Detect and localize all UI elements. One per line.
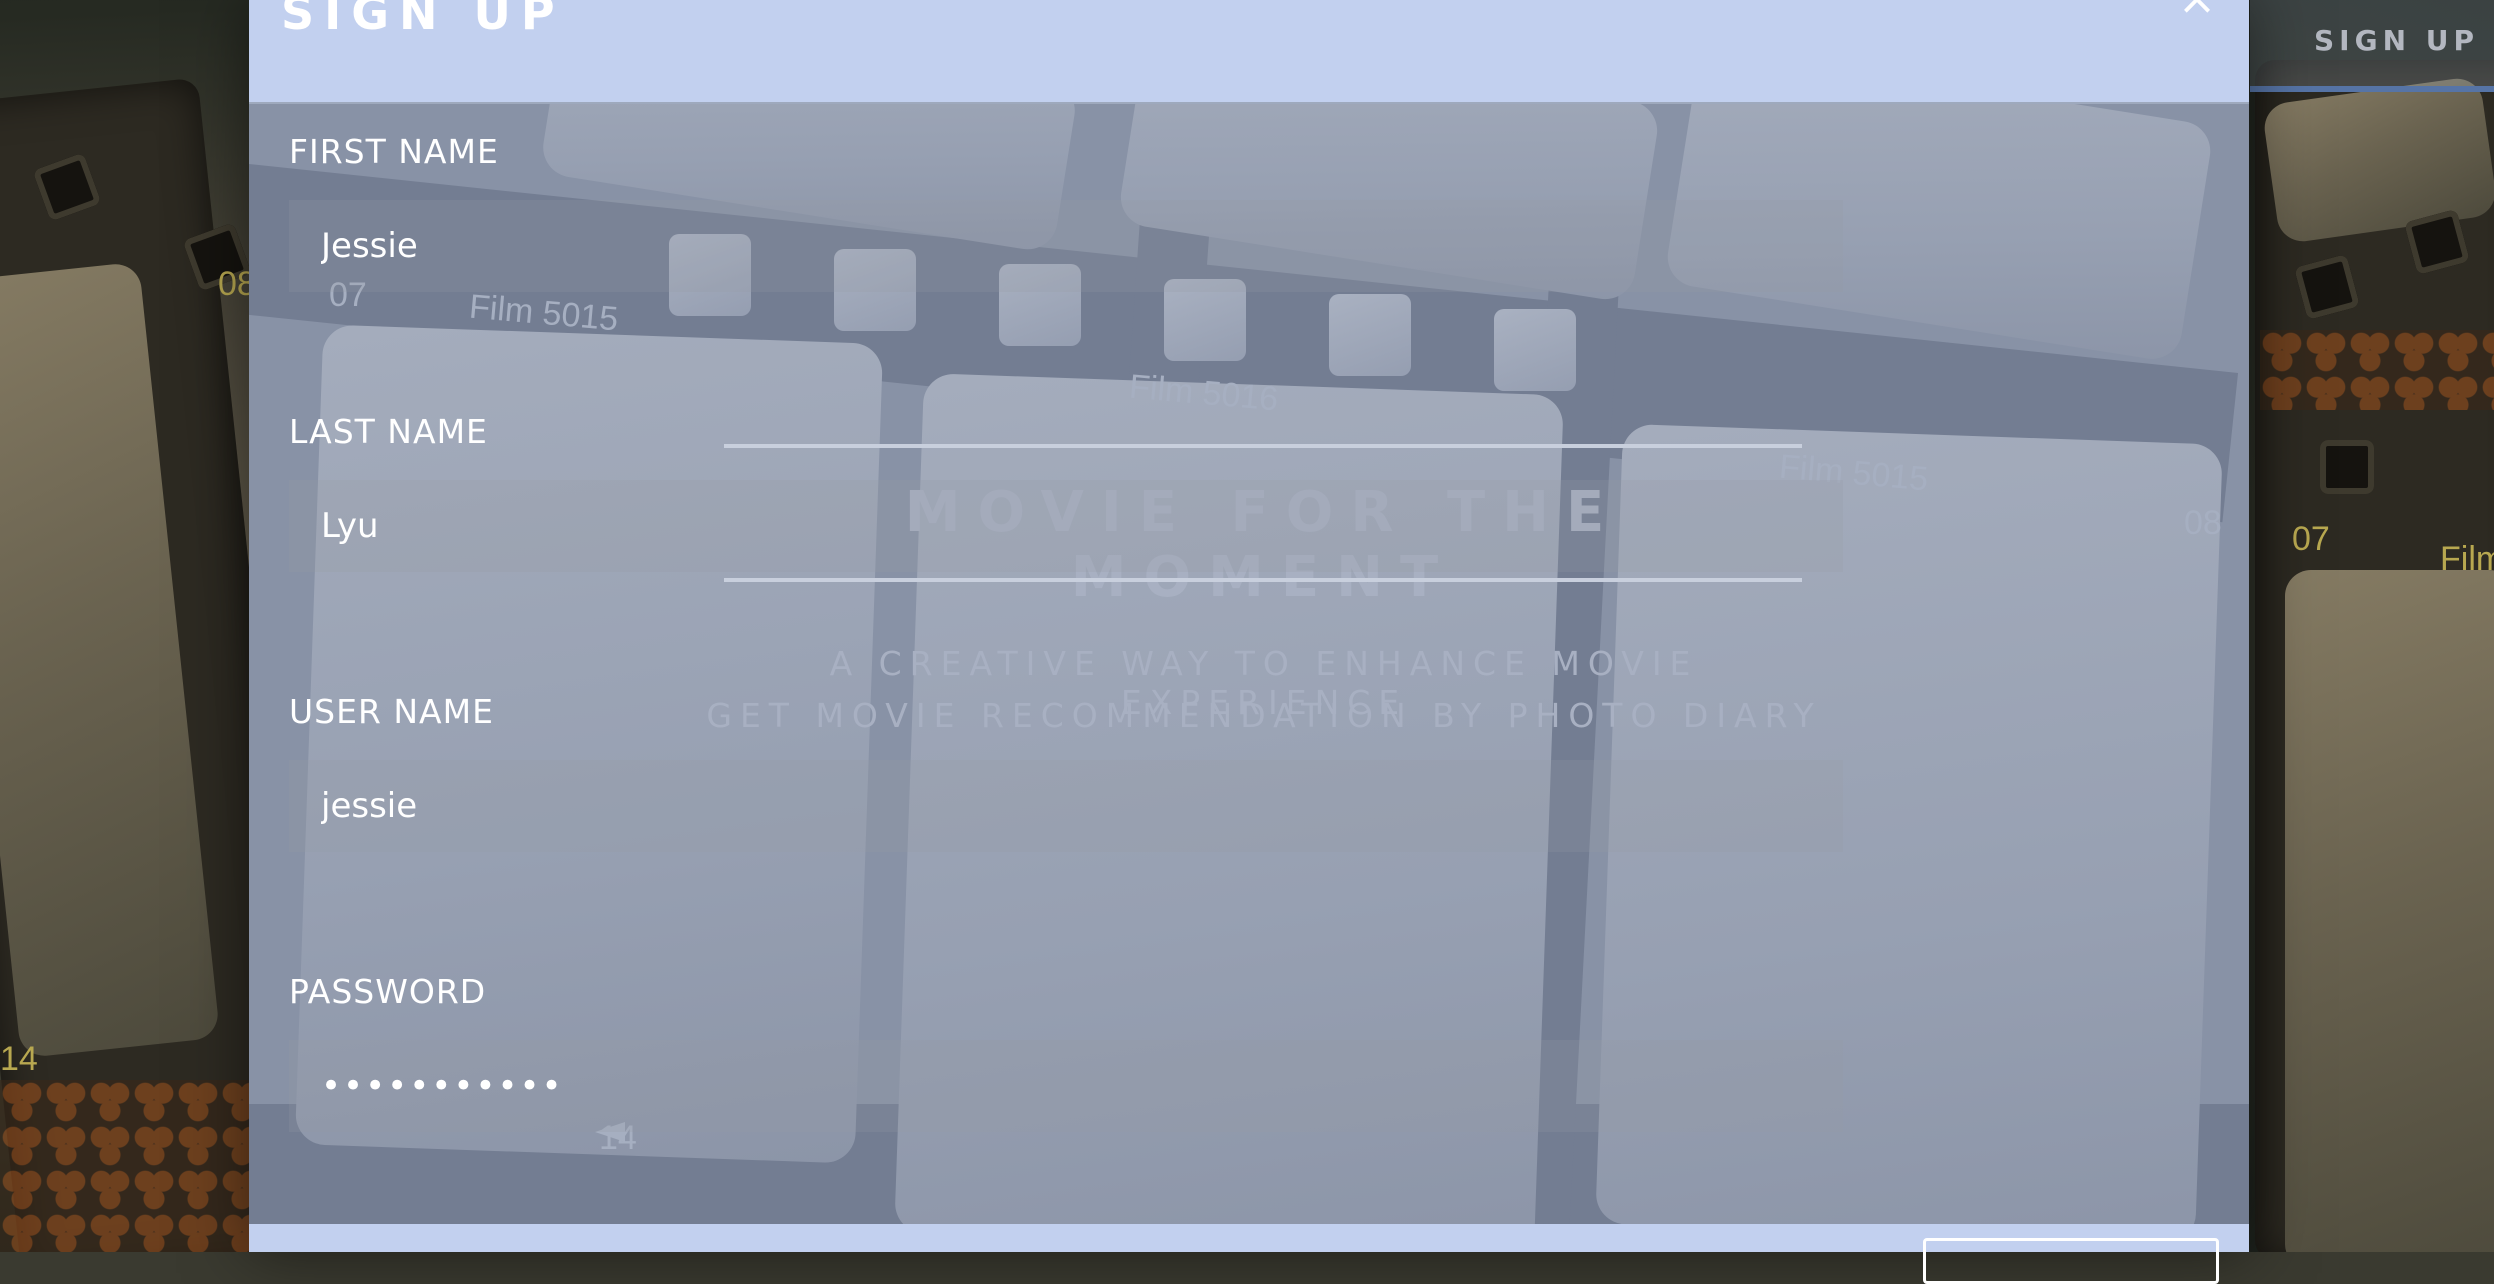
film-perforation — [1329, 294, 1411, 376]
film-perforation — [2320, 440, 2374, 494]
film-texture — [2260, 330, 2494, 410]
modal-body: Film 5015 Film 5016 Film 5015 07 08 14 M… — [249, 104, 2249, 1224]
film-perforation — [1494, 309, 1576, 391]
film-label: 08 — [2184, 504, 2222, 542]
overlay-rule-bottom — [724, 578, 1802, 582]
film-text: 14 — [0, 1040, 38, 1078]
close-icon[interactable]: × — [2177, 0, 2217, 21]
film-texture — [0, 1080, 250, 1252]
last-name-input[interactable] — [289, 480, 1843, 572]
nav-signup-button[interactable]: SIGN UP — [2250, 0, 2494, 92]
signup-modal: SIGN UP × Film 5015 Film 5016 Film 5015 … — [249, 0, 2249, 1284]
film-text: 07 — [2292, 520, 2330, 558]
modal-header: SIGN UP × — [249, 0, 2249, 104]
first-name-label: FIRST NAME — [289, 132, 499, 171]
username-input[interactable] — [289, 760, 1843, 852]
first-name-input[interactable] — [289, 200, 1843, 292]
film-frame — [2285, 570, 2494, 1252]
password-label: PASSWORD — [289, 972, 487, 1011]
modal-title: SIGN UP — [281, 0, 565, 40]
password-input[interactable] — [289, 1040, 1843, 1132]
nav-signup-label: SIGN UP — [2314, 24, 2480, 57]
submit-button[interactable] — [1923, 1238, 2219, 1284]
username-label: USER NAME — [289, 692, 494, 731]
overlay-subtitle-2: GET MOVIE RECOMMENDATION BY PHOTO DIARY — [706, 696, 1822, 735]
overlay-rule-top — [724, 444, 1802, 448]
film-text: Film — [2440, 540, 2494, 578]
modal-footer — [249, 1224, 2249, 1284]
last-name-label: LAST NAME — [289, 412, 488, 451]
